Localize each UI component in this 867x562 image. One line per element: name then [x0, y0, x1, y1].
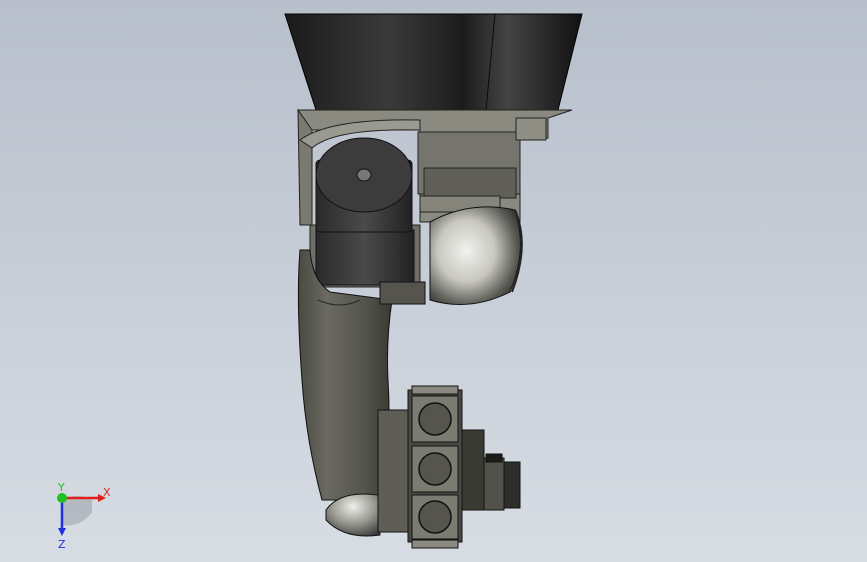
- y-axis-label: Y: [57, 481, 65, 494]
- wrist-gearbox[interactable]: [407, 385, 463, 549]
- triad-plane: [62, 495, 92, 526]
- x-axis-label: X: [103, 486, 111, 499]
- shoulder-cover[interactable]: [429, 206, 523, 305]
- graphics-viewport[interactable]: X Y Z: [0, 0, 867, 562]
- z-axis-arrowhead: [58, 528, 66, 536]
- coordinate-triad: X Y Z: [57, 481, 111, 550]
- robot-model[interactable]: [0, 0, 867, 562]
- motor-cylinder[interactable]: [309, 137, 421, 288]
- z-axis-label: Z: [58, 538, 66, 550]
- base-cone[interactable]: [284, 13, 583, 111]
- y-axis-dot: [57, 493, 67, 503]
- tool-flange[interactable]: [461, 429, 521, 511]
- upper-arm[interactable]: [297, 249, 426, 537]
